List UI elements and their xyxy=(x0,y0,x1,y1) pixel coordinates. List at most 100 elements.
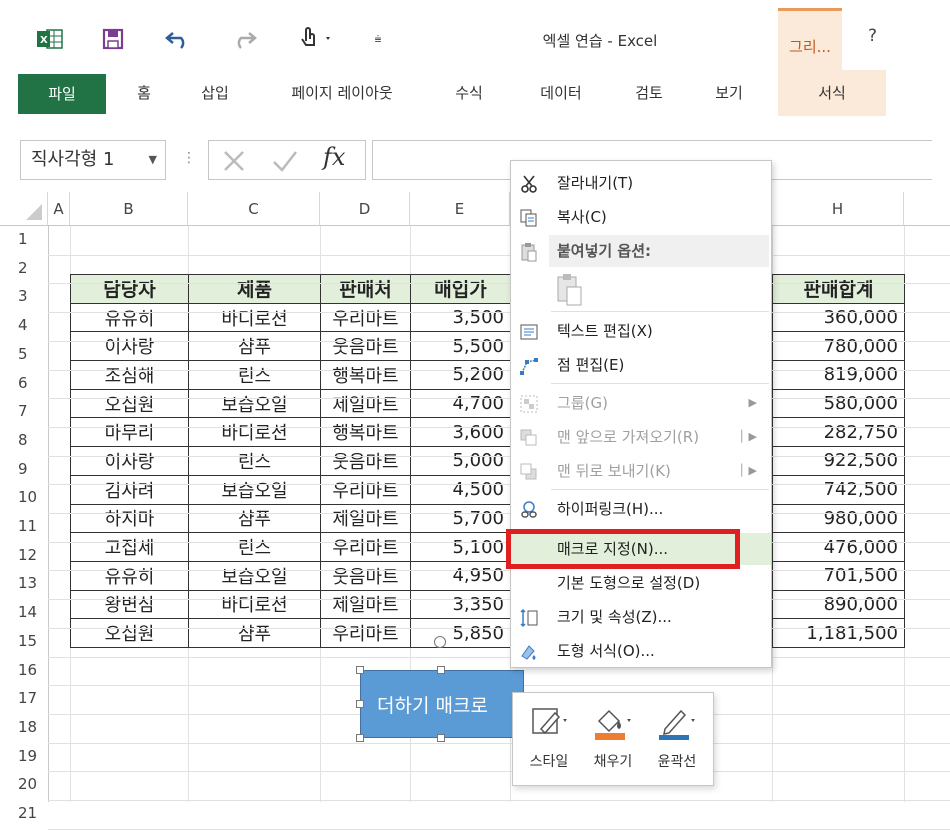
table-cell[interactable]: 819,000 xyxy=(772,360,905,390)
table-cell[interactable]: 유유히 xyxy=(70,302,189,333)
table-cell[interactable]: 보습오일 xyxy=(188,474,321,505)
rotate-handle[interactable] xyxy=(434,636,446,648)
menu-item-send-to-back[interactable]: 맨 뒤로 보내기(K) │ ▶ xyxy=(511,455,771,487)
table-cell[interactable]: 오십원 xyxy=(70,388,189,419)
row-header[interactable]: 3 xyxy=(18,287,48,305)
column-header-c[interactable]: C xyxy=(188,192,320,226)
table-cell[interactable]: 바디로션 xyxy=(188,417,321,448)
tab-home[interactable]: 홈 xyxy=(122,70,166,116)
name-box[interactable]: 직사각형 1 ▼ xyxy=(20,140,166,180)
column-header-h[interactable]: H xyxy=(772,192,904,226)
menu-item-copy[interactable]: 복사(C) xyxy=(511,201,771,233)
table-cell[interactable]: 이사랑 xyxy=(70,446,189,476)
menu-item-edit-points[interactable]: 점 편집(E) xyxy=(511,349,771,381)
menu-item-set-default-shape[interactable]: 기본 도형으로 설정(D) xyxy=(511,567,771,599)
table-cell[interactable]: 행복마트 xyxy=(320,360,411,390)
row-header[interactable]: 1 xyxy=(18,230,48,248)
redo-icon[interactable] xyxy=(228,24,260,54)
menu-item-hyperlink[interactable]: 하이퍼링크(H)... xyxy=(511,493,771,525)
column-header-b[interactable]: B xyxy=(70,192,188,226)
table-cell[interactable]: 580,000 xyxy=(772,388,905,419)
table-cell[interactable]: 5,850 xyxy=(410,618,511,648)
paste-keep-source-icon[interactable] xyxy=(555,273,585,311)
table-cell[interactable]: 제일마트 xyxy=(320,503,411,534)
formula-bar-resize-handle[interactable]: ⋮ xyxy=(182,150,196,166)
resize-handle[interactable] xyxy=(356,666,364,674)
table-cell[interactable]: 우리마트 xyxy=(320,474,411,505)
row-header[interactable]: 5 xyxy=(18,345,48,363)
table-cell[interactable]: 제일마트 xyxy=(320,388,411,419)
row-header[interactable]: 8 xyxy=(18,431,48,449)
table-cell[interactable]: 282,750 xyxy=(772,417,905,448)
row-header[interactable]: 20 xyxy=(18,775,48,793)
resize-handle[interactable] xyxy=(356,700,364,708)
menu-item-bring-to-front[interactable]: 맨 앞으로 가져오기(R) │ ▶ xyxy=(511,421,771,453)
row-header[interactable]: 2 xyxy=(18,259,48,277)
column-header-d[interactable]: D xyxy=(320,192,410,226)
insert-function-icon[interactable]: fx xyxy=(323,143,345,171)
row-header[interactable]: 6 xyxy=(18,374,48,392)
column-header-a[interactable]: A xyxy=(48,192,70,226)
table-cell[interactable]: 왕변심 xyxy=(70,589,189,620)
table-cell[interactable]: 린스 xyxy=(188,360,321,390)
row-header[interactable]: 13 xyxy=(18,574,48,592)
table-cell[interactable]: 보습오일 xyxy=(188,560,321,591)
row-header[interactable]: 11 xyxy=(18,517,48,535)
undo-icon[interactable] xyxy=(162,24,194,54)
fill-button[interactable]: 채우기 xyxy=(581,699,645,779)
table-cell[interactable]: 742,500 xyxy=(772,474,905,505)
table-cell[interactable]: 마무리 xyxy=(70,417,189,448)
tab-page-layout[interactable]: 페이지 레이아웃 xyxy=(270,70,414,116)
table-cell[interactable]: 샴푸 xyxy=(188,618,321,648)
row-header[interactable]: 21 xyxy=(18,804,48,822)
tab-file[interactable]: 파일 xyxy=(18,74,106,114)
data-table[interactable]: 담당자 제품 판매처 매입가 유유히 바디로션 우리마트 3,500 이사랑 샴푸 웃음마트… xyxy=(70,274,511,648)
row-header[interactable]: 18 xyxy=(18,718,48,736)
tab-view[interactable]: 보기 xyxy=(704,70,754,116)
table-cell[interactable]: 보습오일 xyxy=(188,388,321,419)
table-cell[interactable]: 5,200 xyxy=(410,360,511,390)
row-header[interactable]: 17 xyxy=(18,689,48,707)
row-header[interactable]: 12 xyxy=(18,546,48,564)
tab-drawing-tools[interactable]: 그리... xyxy=(778,8,842,70)
resize-handle[interactable] xyxy=(356,734,364,742)
outline-button[interactable]: 윤곽선 xyxy=(645,699,709,779)
menu-item-cut[interactable]: 잘라내기(T) xyxy=(511,167,771,199)
table-cell[interactable]: 3,500 xyxy=(410,302,511,333)
menu-item-format-shape[interactable]: 도형 서식(O)... xyxy=(511,635,771,667)
resize-handle[interactable] xyxy=(437,666,445,674)
header-product[interactable]: 제품 xyxy=(188,274,321,304)
tab-insert[interactable]: 삽입 xyxy=(190,70,240,116)
chevron-down-icon[interactable]: ▼ xyxy=(149,141,157,179)
table-cell[interactable]: 4,950 xyxy=(410,560,511,591)
table-cell[interactable]: 1,181,500 xyxy=(772,618,905,648)
column-header-i[interactable] xyxy=(904,192,950,226)
table-cell[interactable]: 웃음마트 xyxy=(320,446,411,476)
row-header[interactable]: 4 xyxy=(18,316,48,334)
table-cell[interactable]: 웃음마트 xyxy=(320,331,411,362)
row-header[interactable]: 10 xyxy=(18,488,48,506)
row-header[interactable]: 19 xyxy=(18,747,48,765)
table-cell[interactable]: 701,500 xyxy=(772,560,905,591)
table-cell[interactable]: 제일마트 xyxy=(320,589,411,620)
table-cell[interactable]: 하지마 xyxy=(70,503,189,534)
menu-item-size-properties[interactable]: 크기 및 속성(Z)... xyxy=(511,601,771,633)
table-cell[interactable]: 바디로션 xyxy=(188,302,321,333)
table-cell[interactable]: 우리마트 xyxy=(320,302,411,333)
column-header-e[interactable]: E xyxy=(410,192,510,226)
tab-format[interactable]: 서식 xyxy=(778,70,886,116)
table-cell[interactable]: 5,100 xyxy=(410,532,511,562)
touch-mode-icon[interactable] xyxy=(294,24,338,54)
table-cell[interactable]: 조심해 xyxy=(70,360,189,390)
table-cell[interactable]: 980,000 xyxy=(772,503,905,534)
row-header[interactable]: 9 xyxy=(18,460,48,478)
enter-check-icon[interactable] xyxy=(271,148,299,178)
table-cell[interactable]: 린스 xyxy=(188,532,321,562)
table-cell[interactable]: 922,500 xyxy=(772,446,905,476)
table-cell[interactable]: 890,000 xyxy=(772,589,905,620)
save-icon[interactable] xyxy=(98,24,128,54)
table-cell[interactable]: 5,000 xyxy=(410,446,511,476)
table-cell[interactable]: 우리마트 xyxy=(320,618,411,648)
macro-button-shape[interactable]: 더하기 매크로 xyxy=(360,670,524,738)
header-purchase-price[interactable]: 매입가 xyxy=(410,274,511,304)
